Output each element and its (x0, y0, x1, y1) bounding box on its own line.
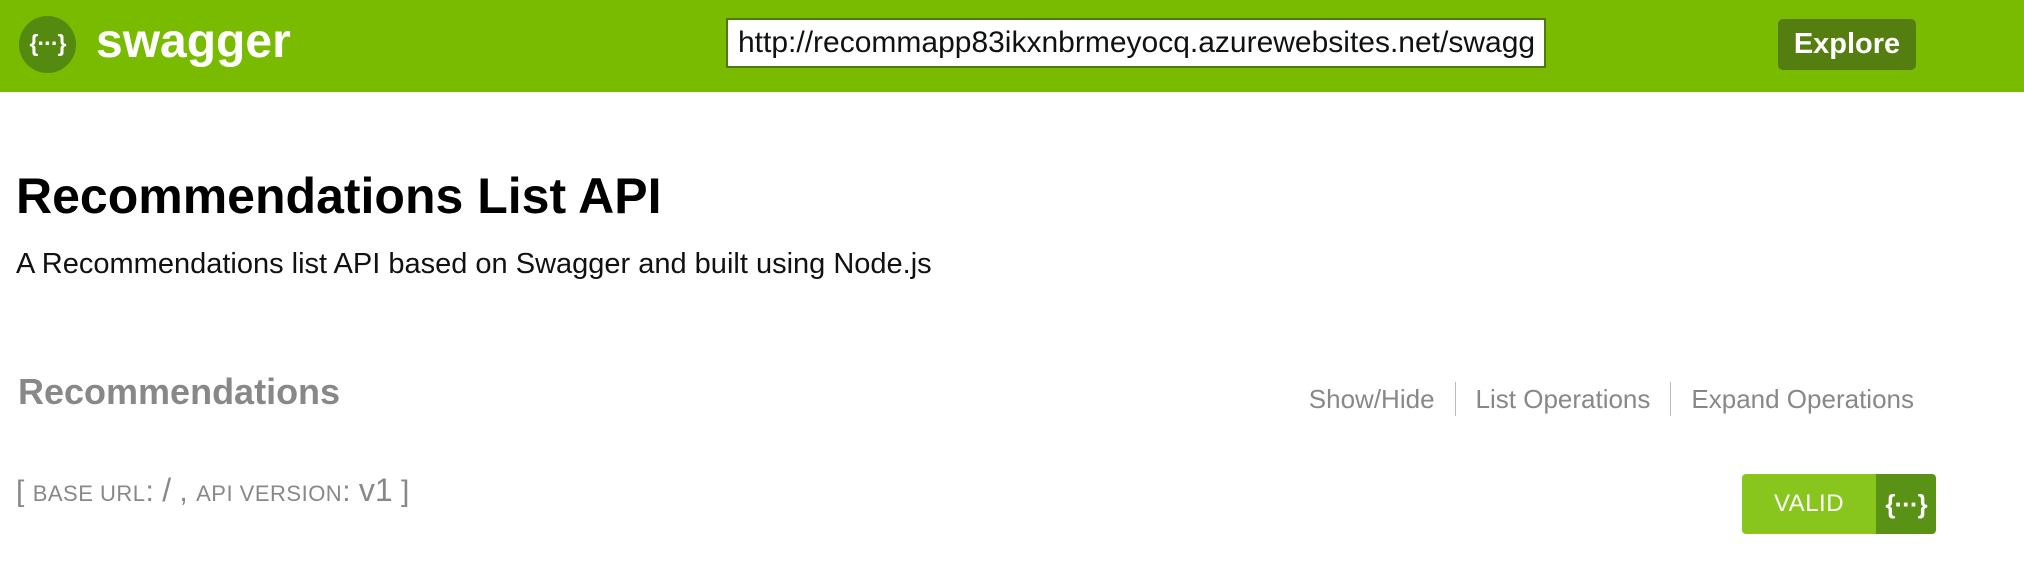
resource-operations-bar: Show/Hide List Operations Expand Operati… (1289, 382, 1914, 416)
logo-text: swagger (96, 15, 291, 68)
base-url-value: / (162, 472, 172, 508)
api-title: Recommendations List API (16, 168, 662, 224)
api-description: A Recommendations list API based on Swag… (16, 248, 932, 280)
list-operations-link[interactable]: List Operations (1456, 382, 1671, 416)
swagger-braces-icon: {···} (1876, 474, 1936, 534)
base-info: [ BASE URL: / , API VERSION: v1 ] (16, 472, 410, 508)
api-version-label: API VERSION (196, 481, 343, 506)
api-version-value: v1 (358, 472, 393, 508)
logo-glyph: {···} (29, 30, 67, 56)
swagger-logo-icon: {···} (19, 16, 76, 73)
expand-operations-link[interactable]: Expand Operations (1671, 382, 1914, 416)
spec-url-input[interactable] (726, 18, 1546, 68)
valid-label: VALID (1742, 474, 1876, 534)
resource-heading-link[interactable]: Recommendations (18, 370, 340, 414)
open-bracket: [ (16, 475, 25, 508)
explore-button[interactable]: Explore (1778, 19, 1916, 70)
show-hide-link[interactable]: Show/Hide (1289, 382, 1455, 416)
close-bracket: ] (401, 475, 410, 508)
base-url-label: BASE URL (32, 481, 146, 506)
top-bar: {···} swagger Explore (0, 0, 2024, 92)
validator-badge[interactable]: VALID {···} (1742, 474, 1936, 534)
